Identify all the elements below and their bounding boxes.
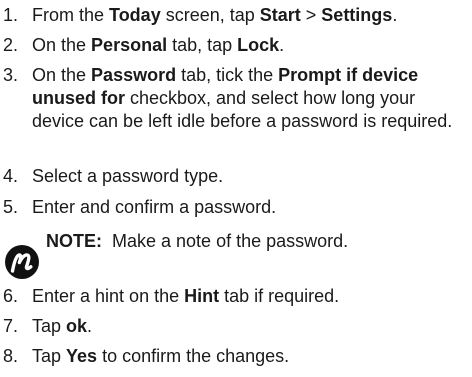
step-text-run: tab, tap <box>167 35 238 55</box>
step-text-run: . <box>392 5 398 25</box>
step-text-run: . <box>279 35 285 55</box>
emphasis-term: Hint <box>184 286 220 306</box>
step-text-run: to confirm the changes. <box>97 346 290 366</box>
step-text-run: Tap <box>32 346 67 366</box>
step-text: Enter a hint on the Hint tab if required… <box>32 285 466 308</box>
emphasis-term: Password <box>91 65 177 85</box>
emphasis-term: Personal <box>91 35 168 55</box>
step-text: On the Personal tab, tap Lock. <box>32 34 466 57</box>
step-text-run: On the <box>32 65 92 85</box>
step-text-run: Select a password type. <box>32 166 224 186</box>
note-icon <box>5 245 39 279</box>
document-page: 1. From the Today screen, tap Start > Set… <box>0 0 472 377</box>
step-text: Tap Yes to confirm the changes. <box>32 345 466 368</box>
step-text: On the Password tab, tick the Prompt if … <box>32 64 466 133</box>
step-text: Enter and confirm a password. <box>32 196 466 219</box>
step-number: 4. <box>3 166 19 186</box>
step-number: 1. <box>3 5 19 25</box>
step-text: Tap ok. <box>32 315 466 338</box>
step-text-run: > <box>300 5 322 25</box>
emphasis-term: Today <box>109 5 161 25</box>
emphasis-term: Start <box>259 5 301 25</box>
step-number: 8. <box>3 346 19 366</box>
step-text-run: Enter a hint on the <box>32 286 185 306</box>
step-text-run: . <box>87 316 93 336</box>
emphasis-term: Settings <box>321 5 393 25</box>
step-text-run: Tap <box>32 316 67 336</box>
note-text: Make a note of the password. <box>112 231 349 251</box>
step-text: From the Today screen, tap Start > Setti… <box>32 4 466 27</box>
note-label: NOTE: <box>46 231 102 251</box>
step-number: 6. <box>3 286 19 306</box>
emphasis-term: ok <box>66 316 88 336</box>
step-number: 5. <box>3 197 19 217</box>
step-text-run: tab, tick the <box>176 65 279 85</box>
step-text-run: screen, tap <box>160 5 260 25</box>
step-text-run: From the <box>32 5 110 25</box>
step-number: 2. <box>3 35 19 55</box>
step-number: 3. <box>3 65 19 85</box>
emphasis-term: Yes <box>66 346 98 366</box>
step-text-run: tab if required. <box>219 286 340 306</box>
step-text: Select a password type. <box>32 165 466 188</box>
emphasis-term: Lock <box>237 35 280 55</box>
note-callout: NOTE: Make a note of the password. <box>0 230 460 280</box>
step-number: 7. <box>3 316 19 336</box>
step-text-run: Enter and confirm a password. <box>32 197 277 217</box>
step-text-run: On the <box>32 35 92 55</box>
